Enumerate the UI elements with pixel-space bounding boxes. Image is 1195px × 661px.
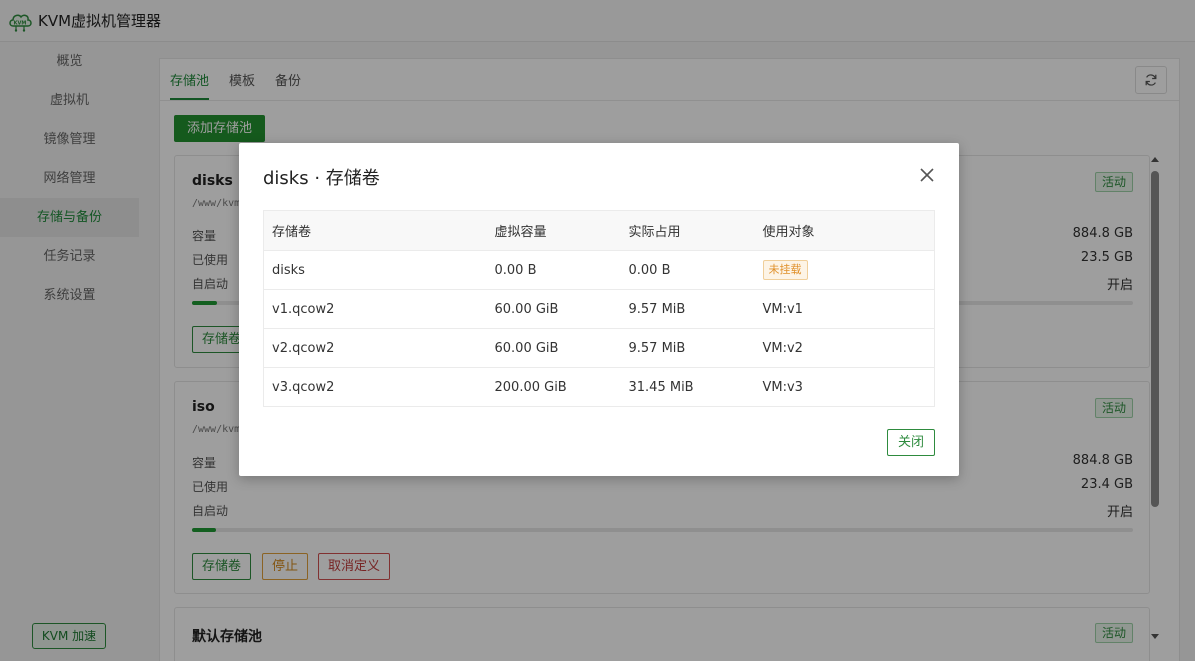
volume-name: disks	[263, 250, 487, 290]
used-by: VM:v2	[754, 328, 935, 368]
volumes-modal: disks · 存储卷 存储卷 虚拟容量 实际占用 使用对象 disks 0.0…	[239, 143, 959, 476]
virtual-capacity: 60.00 GiB	[486, 328, 621, 368]
actual-usage: 9.57 MiB	[620, 328, 755, 368]
virtual-capacity: 0.00 B	[486, 250, 621, 290]
virtual-capacity: 200.00 GiB	[494, 379, 567, 395]
table-row: disks 0.00 B 0.00 B 未挂载	[263, 250, 935, 290]
actual-usage: 31.45 MiB	[628, 379, 694, 395]
volume-name: v2.qcow2	[263, 328, 487, 368]
actual-usage: 0.00 B	[620, 250, 755, 290]
column-header: 虚拟容量	[486, 210, 621, 251]
table-header-row: 存储卷 虚拟容量 实际占用 使用对象	[263, 210, 935, 251]
used-by: VM:v3	[762, 379, 803, 395]
table-row: v1.qcow2 60.00 GiB 9.57 MiB VM:v1	[263, 289, 935, 329]
actual-usage: 9.57 MiB	[620, 289, 755, 329]
column-header: 存储卷	[263, 210, 487, 251]
column-header: 实际占用	[620, 210, 755, 251]
used-by: VM:v1	[754, 289, 935, 329]
modal-title: disks · 存储卷	[263, 168, 380, 189]
volume-name: v1.qcow2	[263, 289, 487, 329]
virtual-capacity: 60.00 GiB	[486, 289, 621, 329]
column-header: 使用对象	[754, 210, 935, 251]
volumes-table: 存储卷 虚拟容量 实际占用 使用对象 disks 0.00 B 0.00 B 未…	[263, 210, 935, 407]
unmounted-badge: 未挂载	[762, 260, 808, 280]
used-by: 未挂载	[754, 250, 935, 290]
volume-name: v3.qcow2	[272, 379, 335, 395]
table-row: v3.qcow2 200.00 GiB 31.45 MiB VM:v3	[264, 368, 935, 407]
close-button[interactable]: 关闭	[887, 429, 935, 456]
close-icon[interactable]	[919, 167, 935, 183]
table-row: v2.qcow2 60.00 GiB 9.57 MiB VM:v2	[263, 328, 935, 368]
